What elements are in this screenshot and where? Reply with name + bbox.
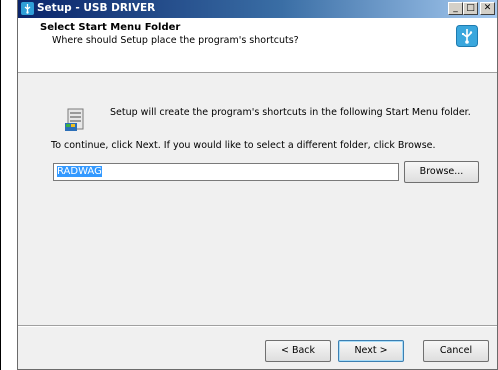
usb-icon (456, 25, 478, 47)
instruction-text: To continue, click Next. If you would li… (51, 140, 436, 151)
close-button[interactable]: ✕ (480, 2, 495, 15)
footer-divider (18, 325, 497, 327)
cancel-button[interactable]: Cancel (423, 340, 489, 362)
maximize-button[interactable]: □ (463, 2, 478, 15)
usb-setup-icon (21, 2, 34, 15)
folder-value: RADWAG (57, 166, 102, 177)
page-subtitle: Where should Setup place the program's s… (52, 35, 299, 46)
window-title: Setup - USB DRIVER (37, 2, 156, 14)
browse-button[interactable]: Browse... (404, 161, 479, 183)
title-bar[interactable]: Setup - USB DRIVER _ □ ✕ (18, 0, 497, 18)
page-title: Select Start Menu Folder (40, 22, 181, 33)
minimize-button[interactable]: _ (448, 2, 463, 15)
start-menu-folder-icon (65, 108, 84, 131)
next-button[interactable]: Next > (338, 340, 404, 362)
back-button[interactable]: < Back (265, 340, 331, 362)
setup-window: Setup - USB DRIVER _ □ ✕ Select Start Me… (17, 0, 498, 370)
start-menu-folder-input[interactable]: RADWAG (53, 163, 399, 181)
info-text: Setup will create the program's shortcut… (110, 107, 471, 118)
